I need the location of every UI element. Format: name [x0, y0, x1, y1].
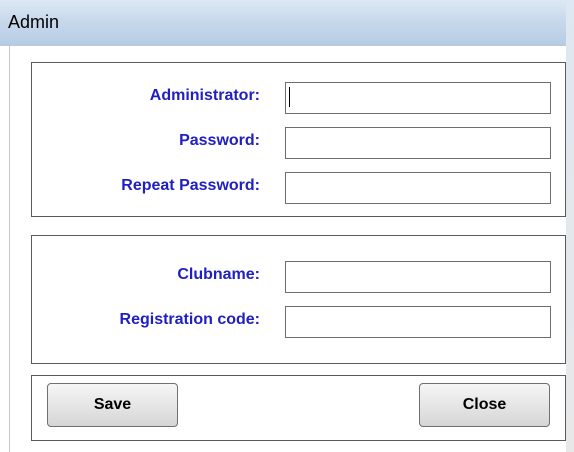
window-title: Admin — [8, 12, 60, 32]
clubname-label: Clubname: — [177, 266, 260, 283]
clubname-input[interactable] — [285, 261, 551, 293]
admin-dialog: Admin Administrator: Password: Repeat Pa… — [0, 0, 574, 452]
save-button[interactable]: Save — [47, 383, 178, 427]
button-bar: Save Close — [31, 375, 566, 441]
text-caret — [289, 87, 290, 107]
window-left-border — [0, 46, 10, 452]
title-bar[interactable]: Admin — [0, 0, 574, 46]
administrator-label: Administrator: — [149, 87, 260, 104]
password-input[interactable] — [285, 127, 551, 159]
password-label: Password: — [179, 132, 260, 149]
account-group: Administrator: Password: Repeat Password… — [31, 62, 566, 217]
registration-code-label: Registration code: — [119, 311, 260, 328]
registration-code-input[interactable] — [285, 306, 551, 338]
administrator-input[interactable] — [285, 82, 551, 114]
repeat-password-input[interactable] — [285, 172, 551, 204]
window-right-border — [566, 0, 574, 452]
club-group: Clubname: Registration code: — [31, 235, 566, 364]
repeat-password-label: Repeat Password: — [121, 177, 260, 194]
close-button[interactable]: Close — [419, 383, 550, 427]
